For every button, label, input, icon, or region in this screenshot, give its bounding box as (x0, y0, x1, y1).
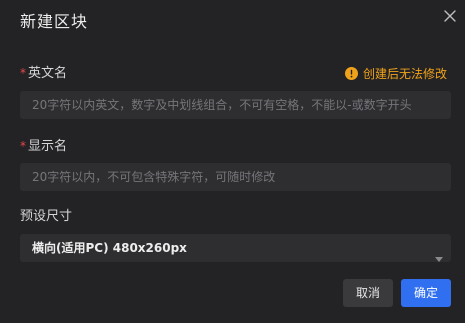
warning-icon (345, 66, 358, 80)
new-block-dialog: 新建区块 * 英文名 创建后无法修改 20字符以内英文，数字及中划线组合，不可有空… (0, 0, 465, 323)
close-icon[interactable] (440, 6, 460, 26)
preset-size-label: 预设尺寸 (20, 209, 73, 224)
preset-size-value: 横向(适用PC) 480x260px (32, 241, 187, 255)
english-name-input[interactable]: 20字符以内英文，数字及中划线组合，不可有空格，不能以-或数字开头 (20, 91, 451, 119)
confirm-button[interactable]: 确定 (401, 279, 451, 307)
immutable-warning: 创建后无法修改 (345, 64, 447, 82)
english-name-label: 英文名 (28, 66, 68, 81)
required-mark: * (20, 66, 26, 80)
display-name-label: 显示名 (28, 139, 68, 154)
display-name-input[interactable]: 20字符以内，不可包含特殊字符，可随时修改 (20, 163, 451, 191)
preset-size-select[interactable]: 横向(适用PC) 480x260px (20, 234, 451, 262)
caret-down-icon (435, 245, 443, 262)
required-mark: * (20, 139, 26, 153)
warning-text: 创建后无法修改 (363, 66, 448, 81)
display-name-label-row: * 显示名 (20, 138, 67, 155)
dialog-title: 新建区块 (20, 12, 89, 31)
english-name-label-row: * 英文名 (20, 65, 67, 82)
cancel-button[interactable]: 取消 (343, 279, 393, 307)
